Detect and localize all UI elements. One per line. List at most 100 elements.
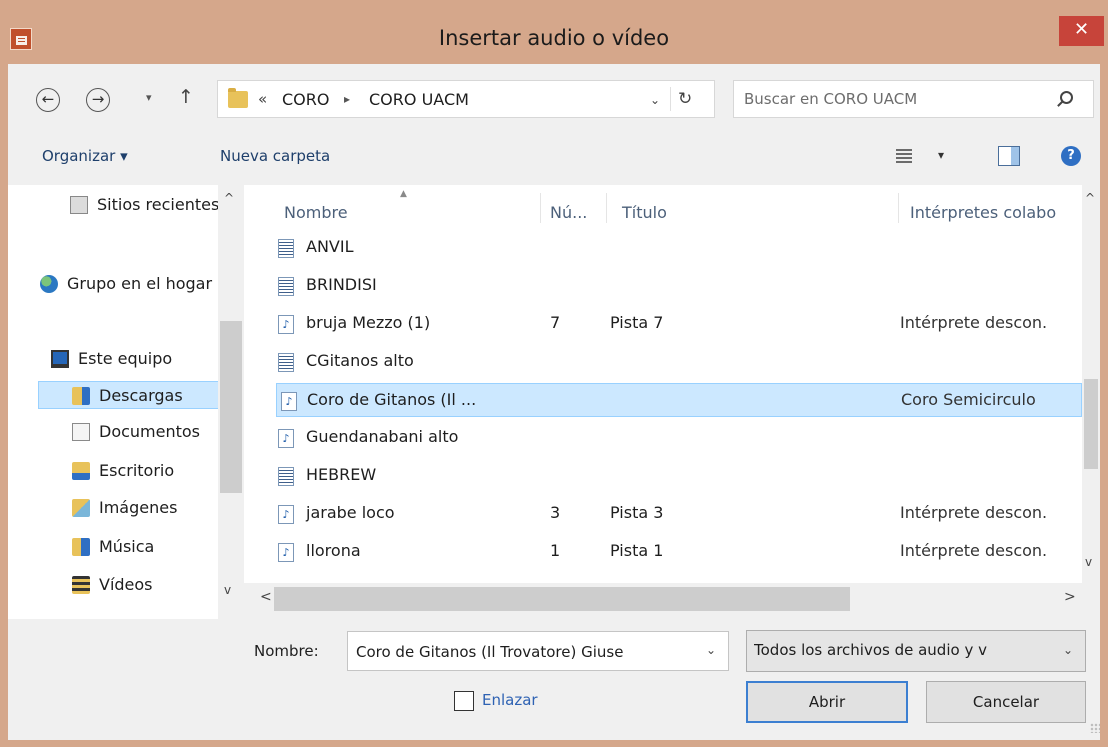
file-row[interactable]: CGitanos alto (274, 345, 1082, 379)
title-bar: Insertar audio o vídeo ✕ (0, 0, 1108, 64)
cancel-button[interactable]: Cancelar (926, 681, 1086, 723)
file-name: CGitanos alto (306, 351, 414, 370)
back-button[interactable]: ← (36, 88, 60, 112)
file-title: Pista 3 (610, 503, 664, 522)
breadcrumb-coro-uacm[interactable]: CORO UACM (369, 90, 469, 109)
filename-combobox[interactable]: ⌄ (347, 631, 729, 671)
scroll-up-button[interactable]: ^ (1085, 191, 1095, 205)
sidebar-item-documents[interactable]: Documentos (72, 418, 220, 446)
column-separator[interactable] (898, 193, 899, 223)
file-track-number: 3 (550, 503, 561, 522)
pictures-folder-icon (72, 499, 90, 517)
organize-button[interactable]: Organizar ▾ (42, 147, 128, 165)
close-button[interactable]: ✕ (1059, 16, 1104, 46)
music-folder-icon (72, 538, 90, 556)
file-name: jarabe loco (306, 503, 395, 522)
horizontal-scroll-thumb[interactable] (274, 587, 850, 611)
audio-file-icon: ♪ (278, 543, 294, 562)
file-row[interactable]: ANVIL (274, 231, 1082, 265)
view-options-icon[interactable] (896, 149, 912, 163)
sidebar-item-desktop[interactable]: Escritorio (72, 457, 220, 485)
scroll-down-button[interactable]: v (1085, 555, 1092, 569)
scroll-right-button[interactable]: > (1064, 589, 1076, 605)
sort-ascending-icon: ▲ (400, 189, 407, 199)
folder-icon (228, 88, 248, 108)
file-list-vertical-scrollbar[interactable]: ^ v (1082, 185, 1100, 583)
playlist-file-icon (278, 277, 294, 296)
search-icon[interactable] (1060, 91, 1073, 104)
column-header-name[interactable]: Nombre (284, 203, 348, 222)
breadcrumb-separator[interactable]: ▸ (344, 92, 350, 106)
search-input[interactable] (744, 88, 1044, 110)
open-button[interactable]: Abrir (746, 681, 908, 723)
playlist-file-icon (278, 353, 294, 372)
file-row[interactable]: ♪ llorona 1 Pista 1 Intérprete descon. (274, 535, 1082, 569)
filename-dropdown-button[interactable]: ⌄ (706, 643, 716, 657)
vertical-scroll-thumb[interactable] (1084, 379, 1098, 469)
audio-file-icon: ♪ (281, 392, 297, 411)
new-folder-button[interactable]: Nueva carpeta (220, 147, 330, 165)
file-row[interactable]: ♪ bruja Mezzo (1) 7 Pista 7 Intérprete d… (274, 307, 1082, 341)
preview-pane-icon[interactable] (998, 146, 1020, 166)
file-name: BRINDISI (306, 275, 377, 294)
desktop-folder-icon (72, 462, 90, 480)
file-track-number: 7 (550, 313, 561, 332)
sidebar-item-videos[interactable]: Vídeos (72, 571, 220, 599)
sidebar-item-homegroup[interactable]: Grupo en el hogar (40, 270, 220, 298)
file-row[interactable]: ♪ Guendanabani alto (274, 421, 1082, 455)
sidebar-scroll-up-button[interactable]: ^ (224, 191, 234, 205)
forward-button[interactable]: → (86, 88, 110, 112)
help-icon[interactable]: ? (1061, 146, 1081, 166)
homegroup-icon (40, 275, 58, 293)
file-type-filter[interactable]: Todos los archivos de audio y v ⌄ (746, 630, 1086, 672)
file-row-selected[interactable]: ♪ Coro de Gitanos (Il ... Coro Semicircu… (276, 383, 1082, 417)
sidebar-item-music[interactable]: Música (72, 533, 220, 561)
address-dropdown[interactable]: ⌄ (650, 93, 660, 107)
overflow-chevron[interactable]: « (258, 90, 267, 108)
refresh-icon[interactable]: ↻ (678, 89, 692, 109)
filename-input[interactable] (356, 641, 696, 663)
sidebar-item-this-pc[interactable]: Este equipo (51, 345, 211, 373)
audio-file-icon: ♪ (278, 505, 294, 524)
file-row[interactable]: BRINDISI (274, 269, 1082, 303)
view-options-dropdown[interactable]: ▾ (938, 148, 944, 162)
file-list-horizontal-scrollbar[interactable]: < > (244, 583, 1100, 619)
link-checkbox[interactable] (454, 691, 474, 711)
address-bar[interactable]: « CORO ▸ CORO UACM ⌄ ↻ (217, 80, 715, 118)
file-title: Pista 1 (610, 541, 664, 560)
file-type-dropdown-button[interactable]: ⌄ (1063, 643, 1073, 657)
file-row[interactable]: ♪ jarabe loco 3 Pista 3 Intérprete desco… (274, 497, 1082, 531)
breadcrumb-coro[interactable]: CORO (282, 90, 329, 109)
file-performers: Intérprete descon. (900, 541, 1048, 560)
window-title: Insertar audio o vídeo (438, 26, 670, 50)
sidebar-item-label: Vídeos (99, 575, 153, 594)
navigation-bar: ← → ▾ ↑ « CORO ▸ CORO UACM ⌄ ↻ (8, 64, 1100, 130)
column-header-performers[interactable]: Intérpretes colabo (910, 203, 1056, 222)
sidebar-scroll-thumb[interactable] (220, 321, 242, 493)
link-checkbox-label[interactable]: Enlazar (482, 691, 538, 709)
resize-grip[interactable] (1090, 723, 1100, 733)
file-name: llorona (306, 541, 361, 560)
search-box[interactable] (733, 80, 1094, 118)
sidebar-scrollbar[interactable]: ^ v (218, 185, 244, 619)
sidebar-item-downloads[interactable]: Descargas (38, 381, 220, 409)
sidebar-item-recent-places[interactable]: Sitios recientes (70, 191, 218, 219)
sidebar-item-label: Música (99, 537, 155, 556)
audio-file-icon: ♪ (278, 429, 294, 448)
sidebar-scroll-down-button[interactable]: v (224, 583, 231, 597)
column-separator[interactable] (540, 193, 541, 223)
sidebar-item-pictures[interactable]: Imágenes (72, 494, 220, 522)
file-track-number: 1 (550, 541, 561, 560)
column-header-title[interactable]: Título (622, 203, 667, 222)
sidebar-item-label: Documentos (99, 422, 201, 441)
filename-label: Nombre: (254, 642, 319, 660)
address-divider (670, 87, 671, 111)
recent-locations-dropdown[interactable]: ▾ (146, 91, 152, 104)
file-performers: Intérprete descon. (900, 313, 1048, 332)
column-header-number[interactable]: Nú... (550, 203, 587, 222)
recent-places-icon (70, 196, 88, 214)
file-row[interactable]: HEBREW (274, 459, 1082, 493)
up-button[interactable]: ↑ (178, 86, 194, 108)
column-separator[interactable] (606, 193, 607, 223)
scroll-left-button[interactable]: < (260, 589, 272, 605)
